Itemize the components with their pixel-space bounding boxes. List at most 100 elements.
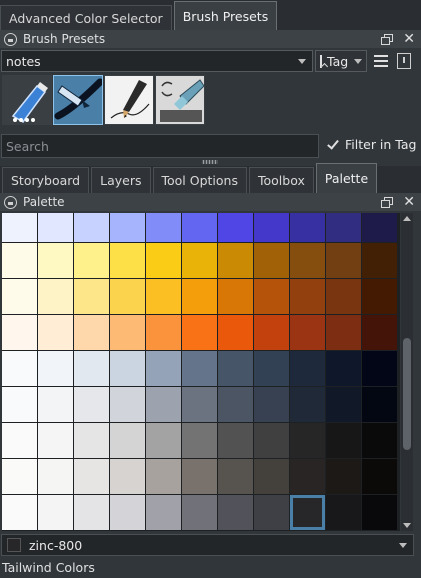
palette-swatch[interactable] bbox=[38, 315, 73, 350]
palette-swatch[interactable] bbox=[218, 243, 253, 278]
palette-swatch[interactable] bbox=[362, 315, 397, 350]
palette-swatch[interactable] bbox=[2, 315, 37, 350]
palette-swatch[interactable] bbox=[218, 459, 253, 494]
palette-swatch[interactable] bbox=[182, 315, 217, 350]
palette-swatch[interactable] bbox=[218, 495, 253, 530]
tab-tool-options[interactable]: Tool Options bbox=[152, 167, 247, 193]
palette-swatch[interactable] bbox=[182, 279, 217, 314]
palette-swatch[interactable] bbox=[74, 279, 109, 314]
brush-preset-marker[interactable] bbox=[155, 75, 205, 125]
palette-swatch[interactable] bbox=[362, 279, 397, 314]
palette-swatch[interactable] bbox=[254, 243, 289, 278]
preset-info-icon[interactable] bbox=[397, 53, 411, 69]
tag-combo[interactable]: notes bbox=[1, 50, 313, 72]
palette-swatch[interactable] bbox=[38, 243, 73, 278]
scroll-down-icon[interactable] bbox=[403, 523, 411, 528]
palette-swatch[interactable] bbox=[218, 351, 253, 386]
palette-swatch[interactable] bbox=[326, 315, 361, 350]
palette-swatch[interactable] bbox=[74, 387, 109, 422]
palette-swatch[interactable] bbox=[326, 243, 361, 278]
palette-swatch[interactable] bbox=[362, 459, 397, 494]
palette-swatch[interactable] bbox=[326, 279, 361, 314]
palette-swatch[interactable] bbox=[254, 279, 289, 314]
palette-swatch[interactable] bbox=[290, 315, 325, 350]
palette-swatch[interactable] bbox=[218, 423, 253, 458]
palette-swatch[interactable] bbox=[146, 315, 181, 350]
palette-swatch[interactable] bbox=[110, 315, 145, 350]
tab-toolbox[interactable]: Toolbox bbox=[248, 167, 314, 193]
palette-swatch[interactable] bbox=[110, 351, 145, 386]
palette-swatch[interactable] bbox=[326, 213, 361, 242]
palette-swatch[interactable] bbox=[182, 459, 217, 494]
palette-swatch[interactable] bbox=[74, 315, 109, 350]
lock-docker-icon[interactable] bbox=[4, 32, 17, 46]
palette-swatch[interactable] bbox=[2, 243, 37, 278]
palette-swatch[interactable] bbox=[74, 213, 109, 242]
palette-swatch[interactable] bbox=[362, 423, 397, 458]
float-docker-icon[interactable] bbox=[381, 196, 394, 208]
tab-advanced-color-selector[interactable]: Advanced Color Selector bbox=[0, 5, 172, 31]
palette-swatch[interactable] bbox=[38, 279, 73, 314]
tab-brush-presets[interactable]: Brush Presets bbox=[173, 1, 278, 31]
palette-color-combo[interactable]: zinc-800 bbox=[1, 534, 414, 556]
palette-swatch[interactable] bbox=[74, 459, 109, 494]
palette-swatch[interactable] bbox=[218, 213, 253, 242]
palette-swatch[interactable] bbox=[362, 387, 397, 422]
palette-swatch[interactable] bbox=[110, 213, 145, 242]
palette-swatch[interactable] bbox=[290, 459, 325, 494]
palette-scrollbar[interactable] bbox=[401, 213, 413, 531]
palette-swatch[interactable] bbox=[290, 213, 325, 242]
palette-swatch[interactable] bbox=[74, 351, 109, 386]
palette-swatch[interactable] bbox=[2, 213, 37, 242]
view-menu-icon[interactable] bbox=[374, 55, 388, 67]
palette-swatch[interactable] bbox=[110, 243, 145, 278]
brush-preset-ink-pen[interactable] bbox=[53, 75, 103, 125]
palette-swatch[interactable] bbox=[38, 351, 73, 386]
palette-swatch[interactable] bbox=[326, 495, 361, 530]
palette-swatch[interactable] bbox=[2, 387, 37, 422]
brush-preset-pencil[interactable] bbox=[104, 75, 154, 125]
tab-palette[interactable]: Palette bbox=[315, 163, 378, 193]
tag-button[interactable]: Tag bbox=[315, 50, 367, 72]
palette-swatch[interactable] bbox=[146, 459, 181, 494]
palette-swatch[interactable] bbox=[146, 495, 181, 530]
palette-swatch[interactable] bbox=[218, 279, 253, 314]
filter-in-tag-checkbox[interactable]: Filter in Tag bbox=[327, 137, 416, 152]
scroll-up-icon[interactable] bbox=[403, 216, 411, 221]
palette-swatch[interactable] bbox=[110, 495, 145, 530]
palette-swatch[interactable] bbox=[110, 387, 145, 422]
palette-swatch[interactable] bbox=[38, 459, 73, 494]
palette-swatch[interactable] bbox=[326, 459, 361, 494]
splitter-handle[interactable] bbox=[202, 160, 218, 164]
palette-swatch[interactable] bbox=[254, 315, 289, 350]
palette-swatch[interactable] bbox=[110, 423, 145, 458]
palette-swatch[interactable] bbox=[74, 495, 109, 530]
palette-swatch[interactable] bbox=[38, 423, 73, 458]
palette-swatch[interactable] bbox=[218, 387, 253, 422]
palette-swatch[interactable] bbox=[290, 279, 325, 314]
palette-swatch[interactable] bbox=[38, 213, 73, 242]
palette-swatch[interactable] bbox=[182, 387, 217, 422]
palette-swatch[interactable] bbox=[290, 423, 325, 458]
palette-swatch[interactable] bbox=[146, 243, 181, 278]
palette-swatch[interactable] bbox=[326, 387, 361, 422]
palette-swatch[interactable] bbox=[74, 243, 109, 278]
palette-swatch[interactable] bbox=[146, 213, 181, 242]
lock-docker-icon[interactable] bbox=[4, 195, 17, 209]
tab-layers[interactable]: Layers bbox=[91, 167, 151, 193]
scroll-track[interactable] bbox=[403, 225, 411, 519]
palette-swatch[interactable] bbox=[2, 459, 37, 494]
palette-swatch[interactable] bbox=[254, 423, 289, 458]
brush-preset-eraser[interactable] bbox=[2, 75, 52, 125]
close-docker-icon[interactable]: ✕ bbox=[403, 195, 415, 209]
palette-swatch[interactable] bbox=[362, 213, 397, 242]
palette-swatch[interactable] bbox=[290, 387, 325, 422]
palette-swatch[interactable] bbox=[254, 213, 289, 242]
palette-swatch[interactable] bbox=[254, 387, 289, 422]
palette-swatch[interactable] bbox=[290, 243, 325, 278]
palette-swatch[interactable] bbox=[146, 351, 181, 386]
palette-swatch[interactable] bbox=[74, 423, 109, 458]
palette-swatch[interactable] bbox=[110, 279, 145, 314]
tab-storyboard[interactable]: Storyboard bbox=[2, 167, 90, 193]
palette-swatch[interactable] bbox=[146, 279, 181, 314]
